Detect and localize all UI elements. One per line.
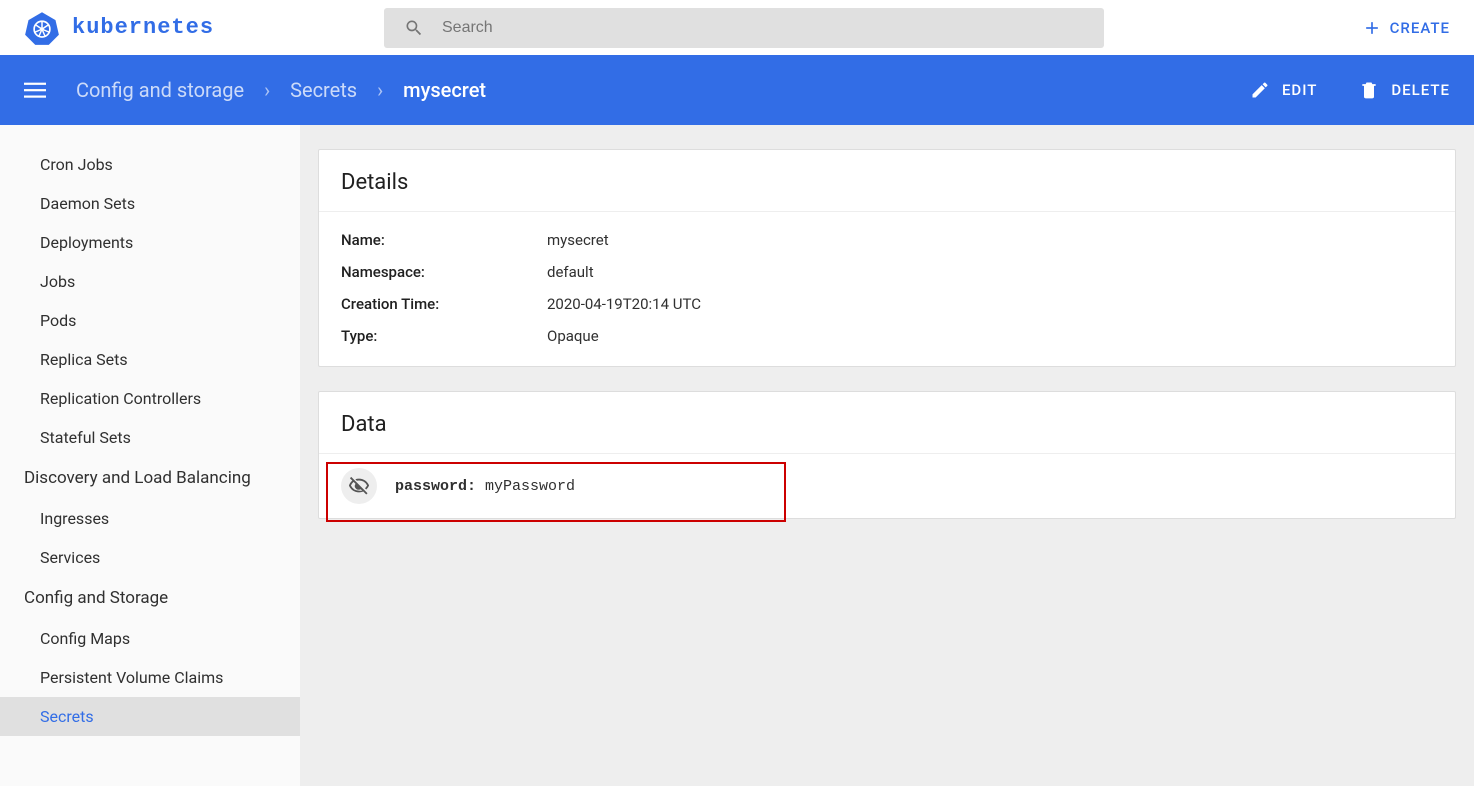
menu-icon[interactable] [24, 79, 46, 101]
sidebar-item-stateful-sets[interactable]: Stateful Sets [0, 418, 300, 457]
detail-row: Creation Time:2020-04-19T20:14 UTC [341, 288, 1433, 320]
eye-off-icon [348, 475, 370, 497]
data-card: Data password: myPassword [318, 391, 1456, 519]
brand-text: kubernetes [72, 15, 214, 40]
detail-row: Namespace:default [341, 256, 1433, 288]
toggle-visibility-button[interactable] [341, 468, 377, 504]
data-key: password: [395, 478, 476, 495]
search-icon [404, 18, 424, 38]
detail-key: Type: [341, 327, 547, 345]
data-title: Data [319, 392, 1455, 453]
breadcrumb-root[interactable]: Config and storage [76, 78, 244, 102]
breadcrumb: Config and storage › Secrets › mysecret [76, 78, 486, 102]
data-value: myPassword [485, 478, 575, 495]
trash-icon [1359, 80, 1379, 100]
breadcrumb-mid[interactable]: Secrets [290, 78, 357, 102]
sidebar: Cron JobsDaemon SetsDeploymentsJobsPodsR… [0, 125, 300, 786]
chevron-right-icon: › [377, 78, 383, 102]
sidebar-item-cron-jobs[interactable]: Cron Jobs [0, 145, 300, 184]
plus-icon [1362, 18, 1382, 38]
sidebar-item-replica-sets[interactable]: Replica Sets [0, 340, 300, 379]
search-box[interactable] [384, 8, 1104, 48]
search-input[interactable] [442, 19, 1084, 37]
breadcrumb-leaf: mysecret [403, 78, 486, 102]
sidebar-item-daemon-sets[interactable]: Daemon Sets [0, 184, 300, 223]
sidebar-item-ingresses[interactable]: Ingresses [0, 499, 300, 538]
sidebar-item-secrets[interactable]: Secrets [0, 697, 300, 736]
sidebar-group-config[interactable]: Config and Storage [0, 577, 300, 619]
sidebar-item-config-maps[interactable]: Config Maps [0, 619, 300, 658]
brand-logo[interactable]: kubernetes [24, 10, 214, 46]
detail-value: default [547, 263, 594, 281]
sidebar-group-discovery[interactable]: Discovery and Load Balancing [0, 457, 300, 499]
detail-key: Namespace: [341, 263, 547, 281]
kubernetes-icon [24, 10, 60, 46]
sidebar-item-pods[interactable]: Pods [0, 301, 300, 340]
chevron-right-icon: › [264, 78, 270, 102]
delete-button[interactable]: DELETE [1359, 80, 1450, 100]
details-title: Details [319, 150, 1455, 211]
sidebar-item-replication-controllers[interactable]: Replication Controllers [0, 379, 300, 418]
detail-key: Name: [341, 231, 547, 249]
create-button[interactable]: CREATE [1362, 18, 1450, 38]
detail-value: mysecret [547, 231, 609, 249]
edit-button[interactable]: EDIT [1250, 80, 1317, 100]
detail-row: Name:mysecret [341, 224, 1433, 256]
detail-row: Type:Opaque [341, 320, 1433, 352]
details-card: Details Name:mysecretNamespace:defaultCr… [318, 149, 1456, 367]
sidebar-item-jobs[interactable]: Jobs [0, 262, 300, 301]
detail-value: Opaque [547, 327, 599, 345]
detail-value: 2020-04-19T20:14 UTC [547, 295, 701, 313]
data-entry: password: myPassword [319, 453, 1455, 518]
detail-key: Creation Time: [341, 295, 547, 313]
sidebar-item-persistent-volume-claims[interactable]: Persistent Volume Claims [0, 658, 300, 697]
sidebar-item-deployments[interactable]: Deployments [0, 223, 300, 262]
pencil-icon [1250, 80, 1270, 100]
sidebar-item-services[interactable]: Services [0, 538, 300, 577]
